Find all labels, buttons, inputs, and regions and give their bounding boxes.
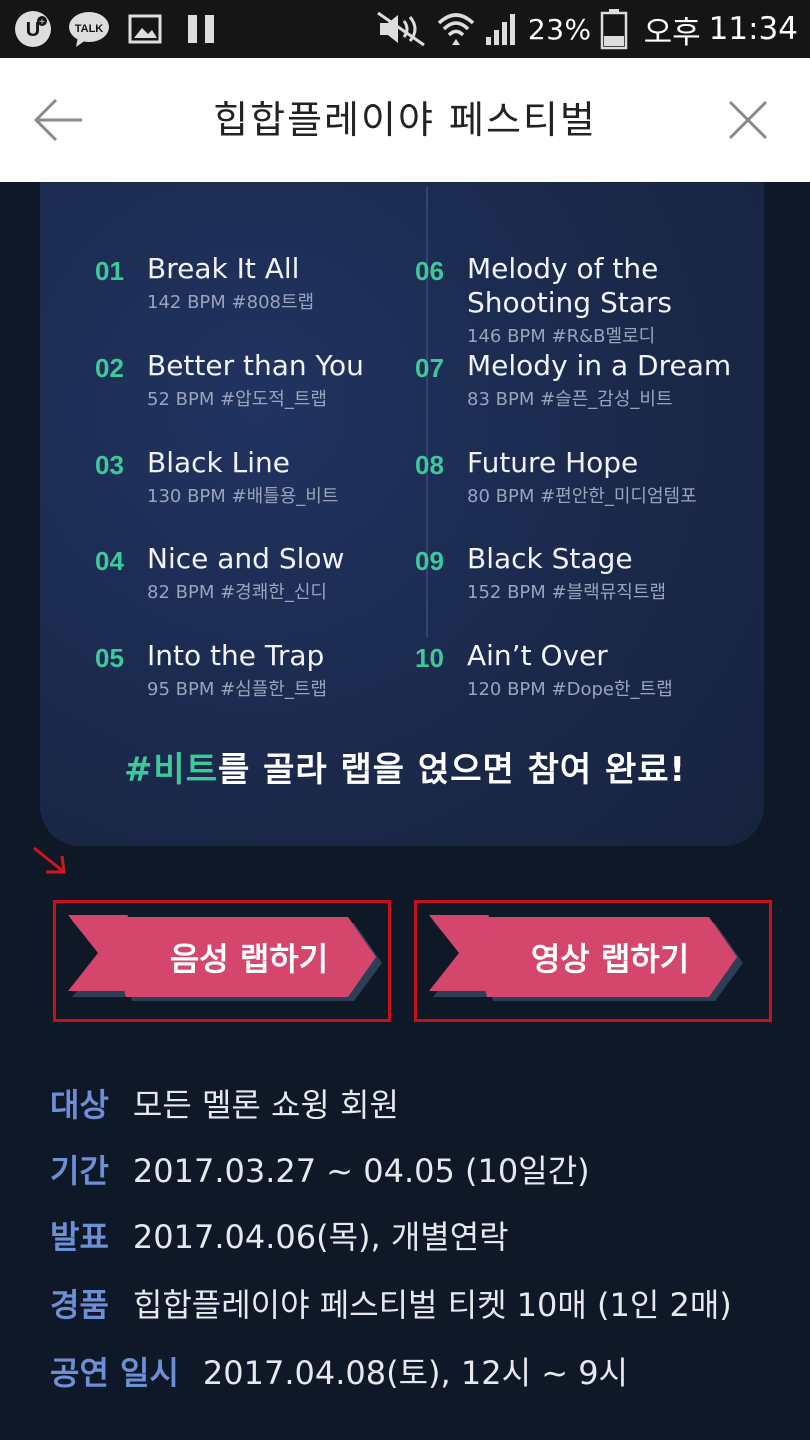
system-status: 23% 오후 11:34	[376, 8, 798, 51]
track-number: 09	[415, 546, 444, 576]
svg-text:TALK: TALK	[75, 23, 104, 35]
mute-icon	[377, 11, 425, 47]
close-button[interactable]	[728, 100, 768, 140]
pause-icon	[180, 8, 222, 50]
close-icon	[728, 100, 768, 140]
track-title: Nice and Slow	[147, 542, 345, 575]
battery-percent: 23%	[527, 12, 592, 46]
clock-time: 11:34	[708, 11, 798, 47]
track-number: 03	[95, 450, 124, 480]
tagline-text: 를 골라 랩을 얹으면 참여 완료!	[218, 750, 687, 790]
tagline-highlight: #비트	[123, 750, 218, 790]
video-rap-button-highlight: 영상 랩하기	[414, 900, 772, 1022]
video-rap-button[interactable]: 영상 랩하기	[425, 911, 745, 1007]
track-number: 01	[95, 256, 124, 286]
track-title: Ain’t Over	[467, 639, 608, 672]
track-meta: 95 BPM #심플한_트랩	[147, 679, 327, 700]
track-title: Black Stage	[467, 542, 633, 575]
info-value: 힙합플레이야 페스티벌 티켓 10매 (1인 2매)	[132, 1286, 732, 1324]
track-number: 02	[95, 353, 124, 383]
track-number: 04	[95, 546, 124, 576]
kakaotalk-icon: TALK	[68, 8, 110, 50]
info-label: 기간	[50, 1152, 109, 1190]
track-meta: 142 BPM #808트랩	[147, 292, 315, 313]
info-row-target: 대상 모든 멜론 쇼윙 회원	[50, 1080, 399, 1126]
content-area: 01 Break It All 142 BPM #808트랩 02 Better…	[0, 182, 810, 1440]
clock-period: 오후	[643, 14, 701, 51]
voice-rap-button[interactable]: 음성 랩하기	[64, 911, 384, 1007]
battery-icon	[600, 9, 627, 50]
track-meta: 130 BPM #배틀용_비트	[147, 486, 339, 507]
notification-icons: U + TALK	[12, 8, 222, 50]
page-title: 힙합플레이야 페스티벌	[213, 98, 597, 142]
info-label: 경품	[50, 1286, 109, 1324]
voice-rap-button-highlight: 음성 랩하기	[53, 900, 391, 1022]
track-number: 10	[415, 643, 444, 673]
track-title: Black Line	[147, 446, 291, 479]
info-value: 2017.04.06(목), 개별연락	[132, 1218, 509, 1256]
track-number: 05	[95, 643, 124, 673]
track-meta: 83 BPM #슬픈_감성_비트	[467, 389, 673, 410]
annotation-arrow-icon	[33, 846, 66, 874]
info-value: 모든 멜론 쇼윙 회원	[132, 1086, 399, 1124]
track-title: Better than You	[147, 349, 364, 382]
track-meta: 52 BPM #압도적_트랩	[147, 389, 327, 410]
track-title: Melody of the	[467, 252, 659, 285]
wifi-icon	[437, 13, 475, 45]
track-title: Break It All	[147, 252, 300, 285]
track-meta: 146 BPM #R&B멜로디	[467, 326, 656, 347]
track-title: Into the Trap	[147, 639, 325, 672]
signal-icon	[485, 14, 515, 45]
track-meta: 80 BPM #편안한_미디엄템포	[467, 486, 697, 507]
info-row-show-date: 공연 일시 2017.04.08(토), 12시 ~ 9시	[50, 1348, 628, 1394]
track-title: Melody in a Dream	[467, 349, 732, 382]
info-value: 2017.04.08(토), 12시 ~ 9시	[202, 1354, 628, 1392]
track-title-line2: Shooting Stars	[467, 286, 672, 319]
track-number: 08	[415, 450, 444, 480]
info-row-period: 기간 2017.03.27 ~ 04.05 (10일간)	[50, 1146, 590, 1192]
gallery-icon	[124, 8, 166, 50]
voice-rap-label: 음성 랩하기	[169, 940, 329, 978]
top-nav: 힙합플레이야 페스티벌	[0, 58, 810, 182]
track-number: 06	[415, 256, 444, 286]
info-row-prize: 경품 힙합플레이야 페스티벌 티켓 10매 (1인 2매)	[50, 1280, 732, 1326]
video-rap-label: 영상 랩하기	[530, 940, 690, 978]
info-label: 공연 일시	[50, 1354, 179, 1392]
info-value: 2017.03.27 ~ 04.05 (10일간)	[132, 1152, 590, 1190]
svg-text:+: +	[39, 17, 45, 28]
track-number: 07	[415, 353, 444, 383]
track-meta: 152 BPM #블랙뮤직트랩	[467, 582, 666, 603]
uplus-icon: U +	[12, 8, 54, 50]
participation-tagline: #비트를 골라 랩을 얹으면 참여 완료!	[0, 742, 810, 791]
info-label: 발표	[50, 1218, 109, 1256]
info-label: 대상	[50, 1086, 109, 1124]
track-title: Future Hope	[467, 446, 639, 479]
info-row-announcement: 발표 2017.04.06(목), 개별연락	[50, 1212, 509, 1258]
status-bar: U + TALK 23% 오후 11:34	[0, 0, 810, 58]
track-meta: 120 BPM #Dope한_트랩	[467, 679, 673, 700]
track-meta: 82 BPM #경쾌한_신디	[147, 582, 327, 603]
